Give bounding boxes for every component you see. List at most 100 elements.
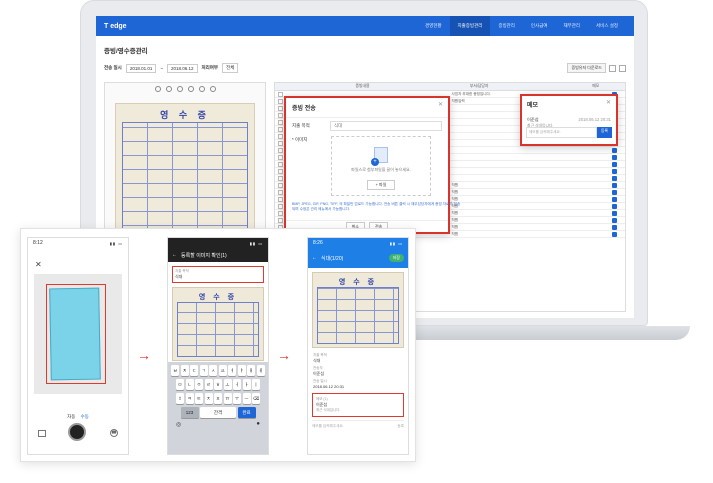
shutter-button[interactable] <box>68 423 86 441</box>
purpose-input[interactable]: 식대 <box>330 121 442 131</box>
memo-send-button[interactable]: 등록 <box>397 424 404 429</box>
numbers-key[interactable]: 123 <box>180 407 199 418</box>
globe-icon[interactable]: ◎ <box>176 421 181 428</box>
keyboard-key[interactable]: ㅁ <box>176 379 184 390</box>
keyboard-key[interactable]: ㄱ <box>199 365 208 376</box>
keyboard-key[interactable]: ㄴ <box>185 379 194 390</box>
memo-icon[interactable] <box>612 161 617 167</box>
row-checkbox[interactable] <box>278 189 283 195</box>
keyboard-key[interactable]: ㅗ <box>223 379 232 390</box>
row-checkbox[interactable] <box>278 133 283 139</box>
keyboard-key[interactable]: ㅌ <box>195 393 203 404</box>
download-icon[interactable] <box>209 86 216 92</box>
mic-icon[interactable]: ● <box>256 421 260 428</box>
keyboard-key[interactable]: ㅑ <box>237 365 246 376</box>
mode-manual[interactable]: 수동 <box>81 414 89 419</box>
memo-icon[interactable] <box>612 182 617 188</box>
nav-item[interactable]: 증빙관리 <box>490 16 523 36</box>
row-checkbox[interactable] <box>278 196 283 202</box>
status-select[interactable]: 전체 <box>222 63 239 73</box>
memo-icon[interactable] <box>612 154 617 160</box>
nav-item[interactable]: 경영현황 <box>417 16 450 36</box>
keyboard-key[interactable]: ㅈ <box>180 365 189 376</box>
zoom-in-icon[interactable] <box>165 86 172 92</box>
row-checkbox[interactable] <box>278 126 283 132</box>
zoom-out-icon[interactable] <box>176 86 183 92</box>
keyboard-key[interactable]: ㅇ <box>195 379 203 390</box>
memo-icon[interactable] <box>612 217 617 223</box>
row-checkbox[interactable] <box>278 203 283 209</box>
memo-input[interactable]: 메모를 입력해주세요. <box>526 127 597 138</box>
row-checkbox[interactable] <box>278 154 283 160</box>
nav-item[interactable]: 서비스 설정 <box>588 16 626 36</box>
row-checkbox[interactable] <box>278 105 283 111</box>
print-icon[interactable] <box>198 86 205 92</box>
upload-dropzone[interactable]: 파일스로 첨부파일을 끌어 놓으세요. + 파일 <box>331 136 431 196</box>
row-checkbox[interactable] <box>278 217 283 223</box>
rotate-icon[interactable] <box>154 86 161 92</box>
keyboard-key[interactable]: ㅎ <box>214 379 222 390</box>
nav-item[interactable]: 재무관리 <box>555 16 588 36</box>
keyboard-key[interactable]: ⇧ <box>176 393 184 404</box>
keyboard-key[interactable]: ㅍ <box>214 393 222 404</box>
file-button[interactable]: + 파일 <box>366 180 396 190</box>
mode-auto[interactable]: 자동 <box>67 414 75 419</box>
gallery-icon[interactable] <box>38 430 46 437</box>
space-key[interactable]: 간격 <box>200 407 236 418</box>
keyboard-key[interactable]: ㅏ <box>242 379 251 390</box>
close-icon[interactable]: ✕ <box>35 260 42 269</box>
currency-icon[interactable]: ₩ <box>110 429 118 437</box>
grid-view-icon[interactable] <box>609 64 616 72</box>
export-button[interactable]: 증빙유저 다운로드 <box>567 63 606 73</box>
list-view-icon[interactable] <box>619 64 626 72</box>
row-checkbox[interactable] <box>278 98 283 104</box>
close-icon[interactable]: ✕ <box>438 101 443 108</box>
keyboard-key[interactable]: ㅠ <box>223 393 232 404</box>
keyboard-key[interactable]: ㄹ <box>204 379 213 390</box>
row-checkbox[interactable] <box>278 140 283 146</box>
keyboard-key[interactable]: ㅋ <box>185 393 194 404</box>
back-arrow-icon[interactable]: ← <box>172 252 177 258</box>
save-button[interactable]: 저장 <box>388 254 404 262</box>
keyboard-key[interactable]: ㅅ <box>209 365 218 376</box>
date-to-input[interactable]: 2018.06.12 <box>166 63 198 73</box>
row-checkbox[interactable] <box>278 168 283 174</box>
memo-icon[interactable] <box>612 196 617 202</box>
memo-icon[interactable] <box>612 203 617 209</box>
row-checkbox[interactable] <box>278 161 283 167</box>
purpose-field[interactable]: 지출 목적 식대 <box>172 266 264 283</box>
date-from-input[interactable]: 2018.01.01 <box>125 63 157 73</box>
done-key[interactable]: 완료 <box>237 407 256 418</box>
keyboard-key[interactable]: ㅛ <box>218 365 227 376</box>
nav-item-active[interactable]: 지출증빙관리 <box>449 16 491 36</box>
memo-icon[interactable] <box>612 231 617 237</box>
memo-icon[interactable] <box>612 210 617 216</box>
keyboard-key[interactable]: ⌫ <box>252 393 260 404</box>
keyboard-key[interactable]: ㅐ <box>247 365 256 376</box>
keyboard-key[interactable]: ㅂ <box>171 365 180 376</box>
memo-icon[interactable] <box>612 189 617 195</box>
memo-icon[interactable] <box>612 224 617 230</box>
memo-submit-button[interactable]: 등록 <box>597 127 612 138</box>
memo-icon[interactable] <box>612 147 617 153</box>
row-checkbox[interactable] <box>278 182 283 188</box>
row-checkbox[interactable] <box>278 119 283 125</box>
keyboard-key[interactable]: ㅕ <box>228 365 237 376</box>
keyboard-key[interactable]: ㅡ <box>242 393 251 404</box>
close-icon[interactable]: ✕ <box>606 99 611 106</box>
nav-item[interactable]: 인사급여 <box>523 16 556 36</box>
row-checkbox[interactable] <box>278 175 283 181</box>
back-arrow-icon[interactable]: ← <box>312 255 317 261</box>
row-checkbox[interactable] <box>278 147 283 153</box>
memo-input[interactable]: 메모를 입력해주세요. <box>312 424 397 429</box>
fit-icon[interactable] <box>187 86 194 92</box>
row-checkbox[interactable] <box>278 210 283 216</box>
row-checkbox[interactable] <box>278 112 283 118</box>
keyboard-key[interactable]: ㅓ <box>233 379 241 390</box>
keyboard-key[interactable]: ㄷ <box>190 365 199 376</box>
keyboard-key[interactable]: ㅊ <box>204 393 213 404</box>
row-checkbox[interactable] <box>278 91 283 97</box>
memo-icon[interactable] <box>612 175 617 181</box>
memo-icon[interactable] <box>612 168 617 174</box>
keyboard-key[interactable]: ㅔ <box>256 365 265 376</box>
